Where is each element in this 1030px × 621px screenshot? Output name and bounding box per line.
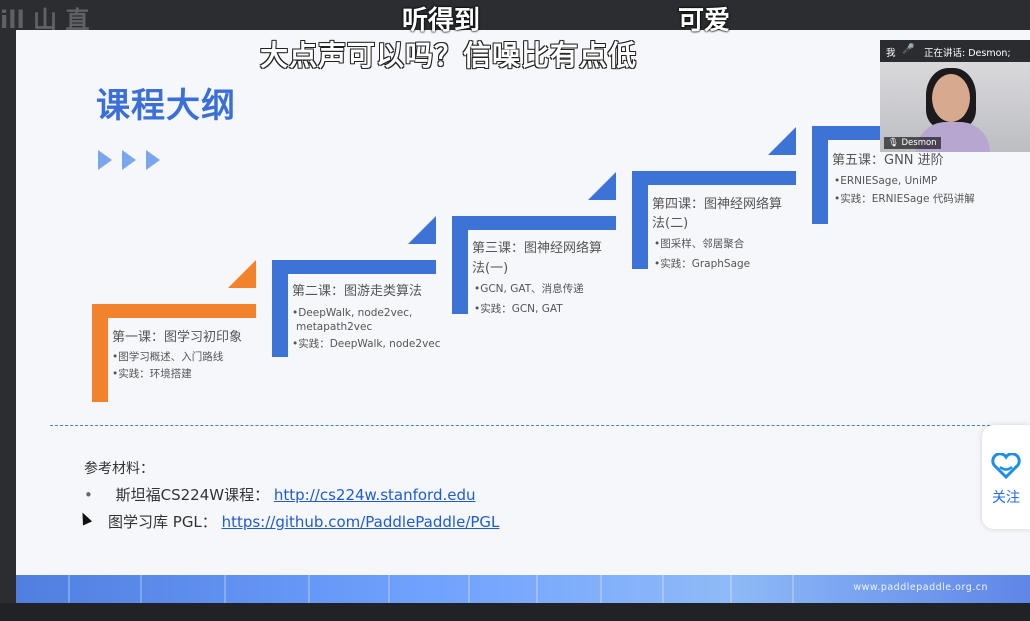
step-2-side-bar [272,260,288,357]
speaker-video[interactable]: 🎙 Desmon [880,62,1030,152]
step-3-title: 第三课：图神经网络算 [472,241,603,256]
step-2-item-3: •实践：DeepWalk, node2vec [292,338,441,350]
mic-icon: 🎙 [888,138,899,148]
step-3-item-1: •GCN, GAT、消息传递 [474,283,584,295]
step-1-item-2: •实践：环境搭建 [112,368,192,380]
speaker-face [932,74,970,122]
step-2-top-bar [272,260,436,274]
step-1-title: 第一课：图学习初印象 [112,330,243,345]
step-1-top-bar [92,304,256,318]
step-5-side-bar [812,126,828,224]
presentation-slide: 课程大纲 第一课：图学习初印象 •图学习概述、入门路线 •实践：环境搭建 第二课… [16,30,1030,603]
bullet: • [84,486,93,504]
step-2-triangle [408,216,436,244]
heart-icon [991,453,1021,479]
bottom-bar [0,603,1030,621]
follow-button[interactable]: 关注 [982,425,1030,529]
step-4-item-2: •实践：GraphSage [654,258,751,270]
speaker-nametag: 🎙 Desmon [884,137,941,149]
follow-label: 关注 [992,490,1020,506]
dashed-divider [50,425,990,426]
slide-title: 课程大纲 [96,86,236,126]
step-3-side-bar [452,216,468,314]
step-1-triangle [228,260,256,288]
reference-line-2: 图学习库 PGL： https://github.com/PaddlePaddl… [108,511,499,532]
reference-line-1: • 斯坦福CS224W课程： http://cs224w.stanford.ed… [84,484,476,505]
danmaku-caption-1: 听得到 [402,6,481,36]
step-4-side-bar [632,171,648,269]
step-4-title-2: 法(二) [652,216,689,231]
references-heading: 参考材料： [84,461,154,477]
danmaku-caption-main: 大点声可以吗？信噪比有点低 [260,39,638,72]
left-strip [0,30,16,603]
triple-arrow-icon [98,150,170,174]
step-5-item-2: •实践：ERNIESage 代码讲解 [834,193,975,205]
step-4-item-1: •图采样、邻居聚合 [654,238,745,250]
step-3-item-2: •实践：GCN, GAT [474,303,563,315]
speaker-status-bar: 我 🎤 正在讲话: Desmon; [880,40,1030,62]
step-2-title: 第二课：图游走类算法 [292,284,423,299]
step-1-side-bar [92,304,108,402]
speaker-name: Desmon [901,138,937,148]
top-bar [0,0,1030,30]
step-5-item-1: •ERNIESage, UniMP [834,175,938,187]
step-2-item-2: metapath2vec [296,321,373,333]
footer-url: www.paddlepaddle.org.cn [853,582,988,593]
step-2-item-1: •DeepWalk, node2vec, [292,307,413,319]
reference-2-label: 图学习库 PGL： [108,513,217,531]
step-4-triangle [768,127,796,155]
step-4-top-bar [632,171,796,185]
speaking-indicator: 正在讲话: Desmon; [924,48,1011,59]
step-3-triangle [588,172,616,200]
danmaku-caption-2: 可爱 [678,6,731,36]
cs224w-link[interactable]: http://cs224w.stanford.edu [274,486,476,504]
step-3-top-bar [452,216,616,230]
step-4-title: 第四课：图神经网络算 [652,197,783,212]
step-1-item-1: •图学习概述、入门路线 [112,351,224,363]
self-label: 我 [886,48,896,59]
mic-icon: 🎤 [902,44,915,55]
pgl-github-link[interactable]: https://github.com/PaddlePaddle/PGL [222,513,500,531]
step-3-title-2: 法(一) [472,261,509,276]
reference-1-label: 斯坦福CS224W课程： [115,486,270,504]
